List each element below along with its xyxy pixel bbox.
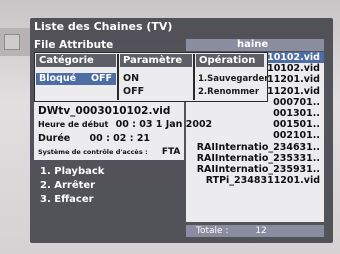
access-value: FTA [161,147,181,157]
total-label: Totale : [196,226,229,236]
start-time-row: Heure de début 00 : 03 1 Jan 2002 [38,119,212,130]
channel-list-header-text: haine [237,39,269,50]
start-time-value: 00 : 03 1 Jan 2002 [115,119,213,130]
file-attribute-panel: Catégorie Paramètre Opération Bloqué OFF… [34,52,268,102]
param-on-option[interactable]: ON [123,73,183,85]
duration-row: Durée 00 : 02 : 21 [38,133,150,144]
delete-button[interactable]: 3. Effacer [40,194,94,205]
column-divider [117,54,119,100]
categorie-header: Catégorie [36,54,116,67]
bloque-option[interactable]: Bloqué OFF [36,73,116,85]
background-frame [4,34,20,50]
channel-row-12[interactable]: RTPi_2348311201.vid [186,175,324,186]
channel-row-8[interactable]: 002101.. [186,130,324,141]
stop-button[interactable]: 2. Arrêter [40,180,95,191]
duration-label: Durée [38,133,71,144]
total-value: 12 [255,226,267,236]
file-details-panel: DWtv_0003010102.vid Heure de début 00 : … [34,102,212,160]
channel-row-6[interactable]: 001301.. [186,108,324,119]
column-divider [193,54,195,100]
access-label: Système de contrôle d'accès : [38,148,148,156]
param-off-option[interactable]: OFF [123,86,183,98]
file-name: DWtv_0003010102.vid [38,105,171,117]
channel-list-header: haine [186,39,324,51]
total-bar: Totale : 12 [186,225,324,237]
operation-header: Opération [196,54,264,67]
window-title: Liste des Chaines (TV) [34,20,173,33]
access-row: Système de contrôle d'accès : FTA [38,147,180,157]
channel-row-11[interactable]: RAIInternatio_235931.. [186,164,324,175]
rename-option[interactable]: 2.Renommer [198,86,266,98]
bloque-label: Bloqué [39,73,77,84]
playback-button[interactable]: 1. Playback [40,166,104,177]
actions-panel: 1. Playback 2. Arrêter 3. Effacer [34,162,184,224]
save-option[interactable]: 1.Sauvegarder [198,73,268,85]
start-time-label: Heure de début [38,120,109,129]
channel-row-10[interactable]: RAIInternatio_235331.. [186,153,324,164]
duration-value: 00 : 02 : 21 [89,133,151,144]
parametre-header: Paramètre [120,54,192,67]
file-attribute-title: File Attribute [34,39,114,51]
bloque-value: OFF [90,73,112,84]
channel-row-9[interactable]: RAIInternatio_234631.. [186,142,324,153]
